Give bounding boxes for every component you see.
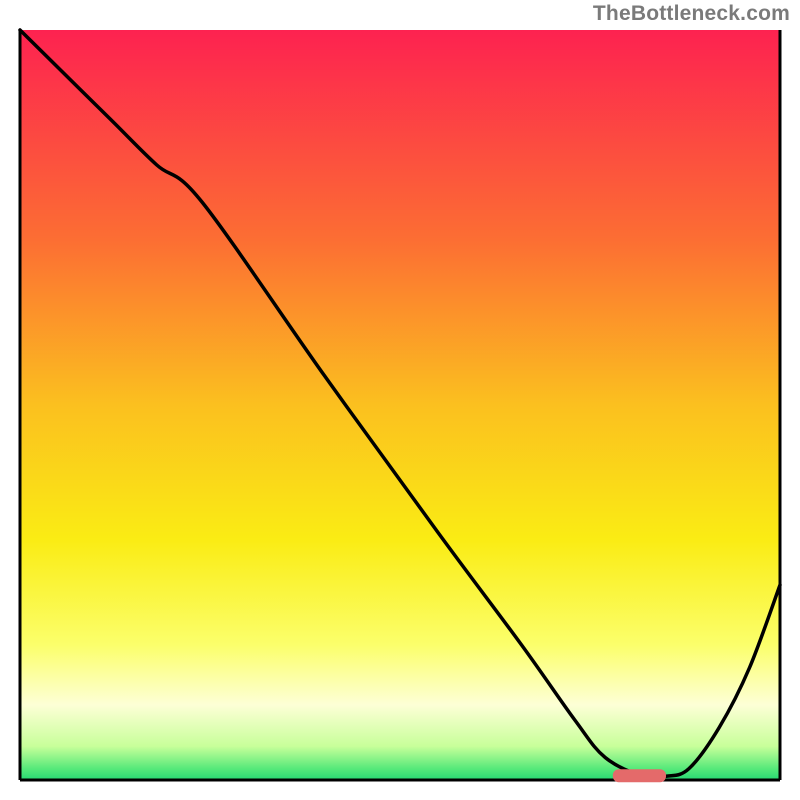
attribution-label: TheBottleneck.com: [593, 2, 790, 26]
chart-svg: [0, 0, 800, 800]
chart-container: TheBottleneck.com: [0, 0, 800, 800]
optimal-range-marker: [613, 769, 666, 782]
